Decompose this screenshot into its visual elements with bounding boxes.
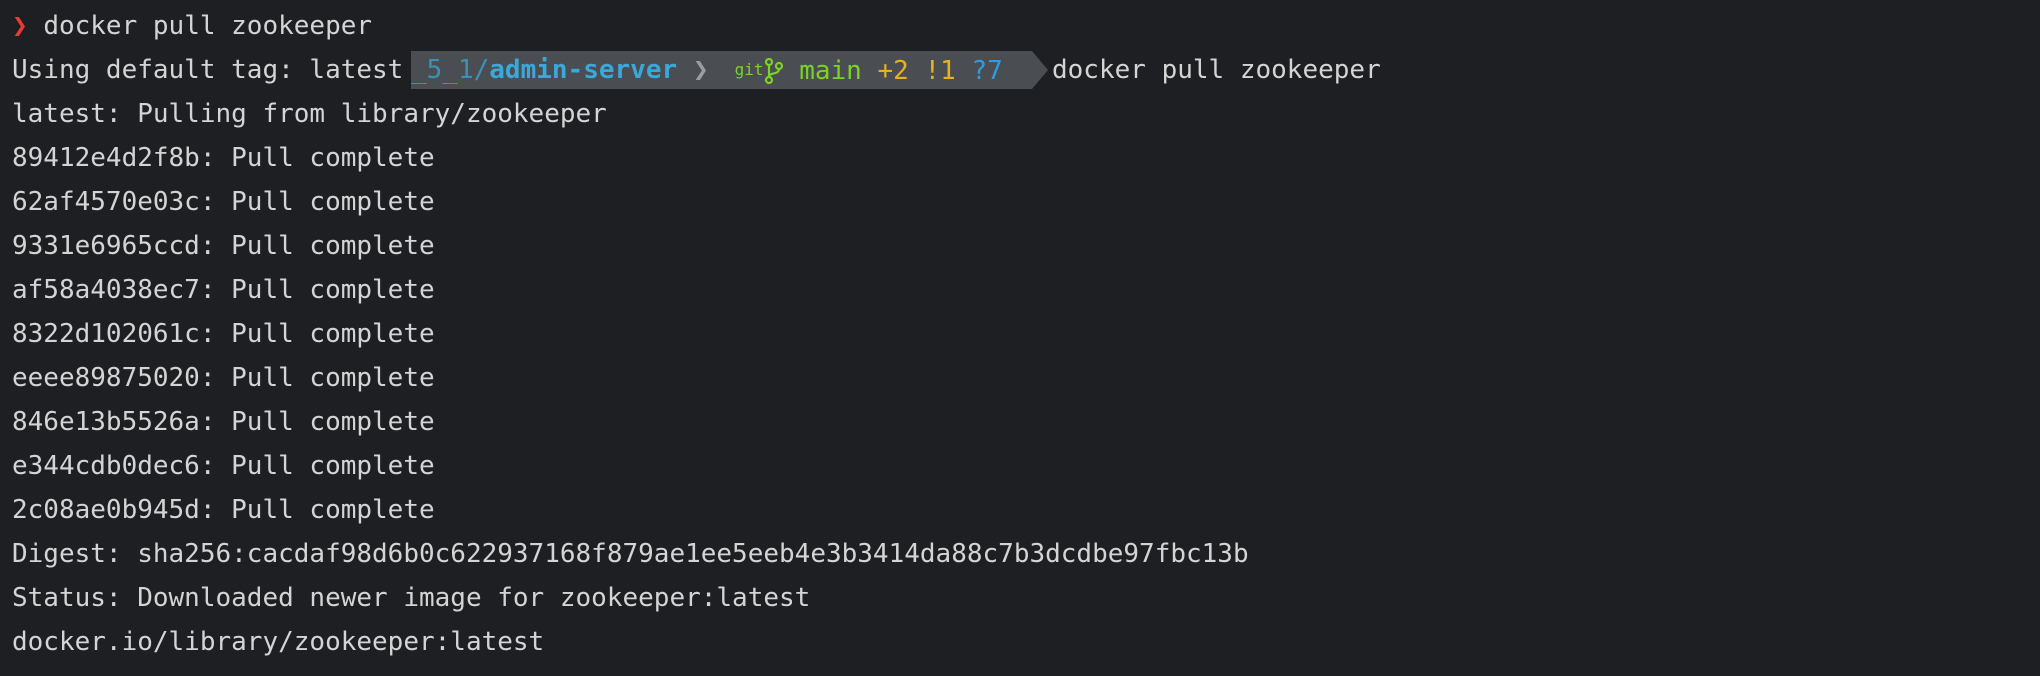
git-icon: git: [734, 60, 764, 79]
branch-icon: [764, 56, 784, 86]
output-line-image-ref: docker.io/library/zookeeper:latest: [12, 627, 545, 657]
layer-line: af58a4038ec7: Pull complete: [12, 275, 435, 305]
powerline-directory-segment: _5_1/admin-server: [411, 51, 693, 89]
powerline-separator: ❯: [693, 51, 719, 89]
layer-line: 846e13b5526a: Pull complete: [12, 407, 435, 437]
output-line-digest: Digest: sha256:cacdaf98d6b0c622937168f87…: [12, 539, 1249, 569]
directory-name: admin-server: [489, 55, 678, 85]
git-modified-count: !1: [924, 56, 956, 86]
layer-line: 9331e6965ccd: Pull complete: [12, 231, 435, 261]
output-line-pulling: latest: Pulling from library/zookeeper: [12, 99, 607, 129]
git-untracked-count: ?7: [971, 56, 1003, 86]
output-line-default-tag: Using default tag: latest: [12, 55, 404, 85]
prompt-line: ❯ docker pull zookeeper: [12, 4, 372, 48]
layer-line: 8322d102061c: Pull complete: [12, 319, 435, 349]
layer-line: e344cdb0dec6: Pull complete: [12, 451, 435, 481]
layer-line: 89412e4d2f8b: Pull complete: [12, 143, 435, 173]
prompt-arrow-icon: ❯: [12, 11, 28, 41]
git-branch-name: main: [799, 56, 862, 86]
layer-line: 62af4570e03c: Pull complete: [12, 187, 435, 217]
separator-chevron-icon: ❯: [693, 55, 709, 85]
layer-line: eeee89875020: Pull complete: [12, 363, 435, 393]
output-line-status: Status: Downloaded newer image for zooke…: [12, 583, 811, 613]
powerline-git-segment: git main +2 !1 ?7: [719, 51, 1032, 89]
layer-line: 2c08ae0b945d: Pull complete: [12, 495, 435, 525]
prompt-command: docker pull zookeeper: [43, 11, 373, 41]
directory-prefix: _5_1/: [411, 55, 490, 85]
git-staged-count: +2: [877, 56, 909, 86]
powerline-end-arrow: [1032, 51, 1048, 89]
terminal-window[interactable]: ❯ docker pull zookeeper Using default ta…: [0, 0, 2040, 676]
powerline-command: docker pull zookeeper: [1052, 55, 1381, 85]
